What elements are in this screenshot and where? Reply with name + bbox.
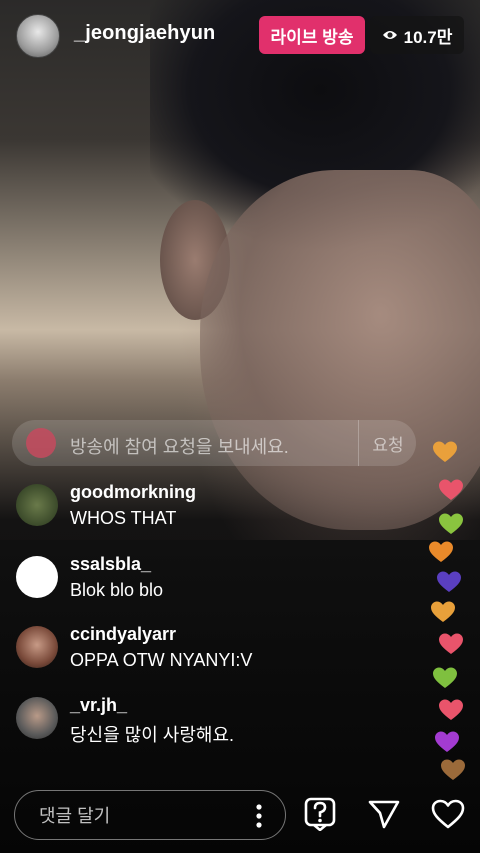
comment-username[interactable]: ssalsbla_: [70, 554, 151, 575]
floating-hearts: [420, 440, 480, 780]
live-header: _jeongjaehyun 라이브 방송 10.7만: [0, 0, 480, 72]
comment-field[interactable]: [14, 790, 286, 840]
send-button[interactable]: [364, 794, 404, 834]
comment-input[interactable]: [37, 803, 241, 829]
join-request-text: 방송에 참여 요청을 보내세요.: [70, 437, 289, 457]
floating-heart-icon: [441, 759, 465, 780]
comment-avatar[interactable]: [16, 697, 58, 739]
comment-username[interactable]: goodmorkning: [70, 482, 196, 503]
viewer-count-label: 10.7만: [403, 27, 453, 47]
request-button[interactable]: 요청: [358, 420, 417, 466]
comment-text: 당신을 많이 사랑해요.: [70, 725, 235, 745]
live-badge: 라이브 방송: [259, 16, 365, 54]
bottom-bar: [0, 780, 480, 853]
comment-avatar[interactable]: [16, 556, 58, 598]
floating-heart-icon: [429, 541, 453, 562]
comment-username[interactable]: _vr.jh_: [70, 695, 127, 716]
eye-icon: [382, 31, 397, 39]
more-vertical-icon[interactable]: [255, 803, 263, 829]
comment-text: Blok blo blo: [70, 580, 164, 600]
floating-heart-icon: [431, 601, 455, 622]
comment-username[interactable]: ccindyalyarr: [70, 624, 176, 645]
request-avatar-icon: [26, 428, 56, 458]
viewer-count[interactable]: 10.7만: [370, 16, 464, 54]
floating-heart-icon: [437, 571, 461, 592]
comment-avatar[interactable]: [16, 484, 58, 526]
floating-heart-icon: [439, 513, 463, 534]
like-button[interactable]: [428, 794, 468, 834]
floating-heart-icon: [435, 731, 459, 752]
comment-text: OPPA OTW NYANYI:V: [70, 650, 253, 670]
floating-heart-icon: [439, 633, 463, 654]
question-button[interactable]: [300, 794, 340, 834]
send-icon: [368, 800, 400, 829]
question-icon: [304, 797, 336, 831]
comment-text: WHOS THAT: [70, 508, 177, 528]
comment-avatar[interactable]: [16, 626, 58, 668]
floating-heart-icon: [439, 479, 463, 500]
broadcaster-username[interactable]: _jeongjaehyun: [74, 22, 215, 45]
floating-heart-icon: [439, 699, 463, 720]
heart-icon: [431, 799, 465, 829]
join-request-bar[interactable]: 방송에 참여 요청을 보내세요. 요청: [12, 420, 416, 466]
floating-heart-icon: [433, 441, 457, 462]
floating-heart-icon: [433, 667, 457, 688]
profile-avatar[interactable]: [16, 14, 60, 58]
